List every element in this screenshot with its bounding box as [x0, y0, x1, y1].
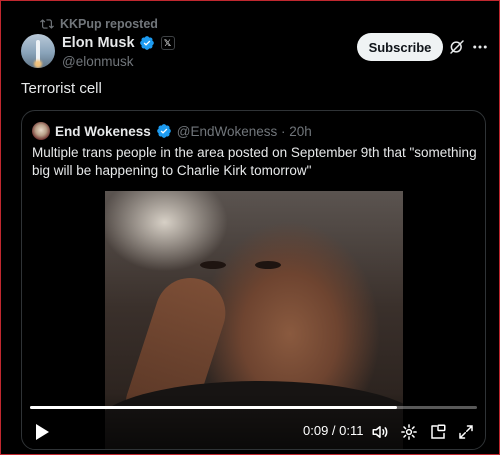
quoted-author-name[interactable]: End Wokeness	[55, 124, 151, 139]
fullscreen-icon[interactable]	[457, 423, 475, 441]
video-time: 0:09 / 0:11	[303, 423, 364, 438]
repost-label: KKPup reposted	[60, 17, 158, 31]
verified-badge-icon[interactable]	[139, 35, 155, 51]
verified-badge-icon[interactable]	[156, 123, 172, 139]
volume-icon[interactable]	[371, 423, 389, 441]
play-icon[interactable]	[34, 423, 50, 441]
subscribe-button[interactable]: Subscribe	[357, 33, 443, 61]
video-frame-eye	[200, 261, 226, 269]
author-name[interactable]: Elon Musk	[62, 35, 135, 51]
more-options-icon[interactable]	[471, 38, 489, 56]
quoted-author-handle-time[interactable]: @EndWokeness · 20h	[177, 124, 312, 139]
quoted-tweet-header: End Wokeness @EndWokeness · 20h	[32, 121, 312, 141]
settings-gear-icon[interactable]	[400, 423, 418, 441]
player-controls-bar	[22, 393, 485, 449]
picture-in-picture-icon[interactable]	[429, 423, 447, 441]
rocket-flame-graphic	[34, 60, 42, 68]
video-frame-eye	[255, 261, 281, 269]
author-block: Elon Musk 𝕏 @elonmusk	[62, 33, 175, 69]
tweet-text: Terrorist cell	[21, 80, 102, 97]
quoted-tweet[interactable]: End Wokeness @EndWokeness · 20h Multiple…	[21, 110, 486, 450]
author-handle[interactable]: @elonmusk	[62, 54, 175, 69]
repost-indicator[interactable]: KKPup reposted	[40, 15, 158, 33]
avatar[interactable]	[21, 34, 55, 68]
quoted-avatar[interactable]	[32, 122, 50, 140]
video-progress-bar[interactable]	[30, 406, 477, 409]
affiliation-badge[interactable]: 𝕏	[160, 36, 175, 50]
grok-icon[interactable]	[448, 38, 466, 56]
quoted-tweet-text: Multiple trans people in the area posted…	[32, 145, 477, 178]
repost-icon	[40, 19, 54, 29]
video-progress-fill	[30, 406, 397, 409]
